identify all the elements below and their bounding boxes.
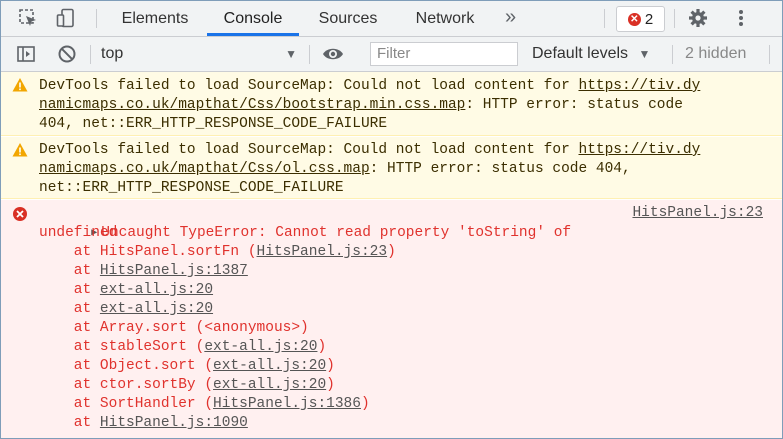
toolbar-divider <box>309 45 310 64</box>
stack-frame-text: ) <box>360 396 370 412</box>
stack-frame-link[interactable]: ext-all.js:20 <box>100 282 213 298</box>
stack-frame-text: ) <box>326 377 335 393</box>
stack-frame-text: ) <box>326 358 335 374</box>
dropdown-caret-icon: ▼ <box>285 47 297 61</box>
stack-frame-link[interactable]: HitsPanel.js:1387 <box>100 263 248 279</box>
stack-frame: at SortHandler (HitsPanel.js:1386) <box>1 395 782 414</box>
tab-network[interactable]: Network <box>397 1 493 36</box>
sourcemap-url-link[interactable]: https://tiv.dy <box>579 142 701 158</box>
message-text-part: DevTools failed to load SourceMap: Could… <box>39 78 579 94</box>
eye-icon[interactable] <box>322 43 344 65</box>
dropdown-caret-icon: ▼ <box>638 47 651 61</box>
execution-context-select[interactable]: top ▼ <box>101 37 301 71</box>
stack-frame: at ctor.sortBy (ext-all.js:20) <box>1 376 782 395</box>
message-text-part: net::ERR_HTTP_RESPONSE_CODE_FAILURE <box>39 180 344 196</box>
stack-frame: at Array.sort (<anonymous>) <box>1 319 782 338</box>
stack-frame: at HitsPanel.js:1090 <box>1 414 782 433</box>
stack-frame-text: at HitsPanel.sortFn ( <box>39 244 257 260</box>
error-text: Uncaught TypeError: Cannot read property… <box>101 225 572 241</box>
message-text-part: : HTTP error: status code 404, <box>369 161 631 177</box>
stack-frame-link[interactable]: HitsPanel.js:1386 <box>213 396 361 412</box>
stack-frame-text: ) <box>387 244 396 260</box>
message-text: DevTools failed to load SourceMap: Could… <box>39 77 772 134</box>
error-count-badge[interactable]: ✕ 2 <box>616 6 665 32</box>
log-levels-select[interactable]: Default levels ▼ <box>532 37 650 71</box>
console-warning-message: DevTools failed to load SourceMap: Could… <box>1 137 782 199</box>
hidden-messages-count: 2 hidden <box>685 45 747 62</box>
stack-frame-text: at stableSort ( <box>39 339 205 355</box>
toolbar-divider <box>604 9 605 28</box>
toolbar-divider <box>672 45 673 64</box>
error-count: 2 <box>644 10 654 28</box>
stack-frame-link[interactable]: HitsPanel.js:1090 <box>100 415 248 431</box>
inspect-icon[interactable] <box>17 7 39 29</box>
warning-icon <box>12 77 28 93</box>
more-vert-icon[interactable] <box>730 7 752 29</box>
stack-frame-text: ) <box>317 339 327 355</box>
message-text-part: DevTools failed to load SourceMap: Could… <box>39 142 579 158</box>
stack-frame-text: at <box>39 263 100 279</box>
settings-gear-icon[interactable] <box>687 7 709 29</box>
console-warning-message: DevTools failed to load SourceMap: Could… <box>1 72 782 136</box>
console-filter-input[interactable]: Filter <box>370 42 518 66</box>
console-filter-bar: top ▼ Filter Default levels ▼ 2 hidden <box>1 37 782 72</box>
more-tabs-chevron-icon[interactable]: » <box>505 1 516 36</box>
error-text: undefined <box>39 225 118 241</box>
stack-frame-text: at Array.sort (<anonymous>) <box>39 320 309 336</box>
stack-frame-text: at <box>39 415 100 431</box>
error-source-link[interactable]: HitsPanel.js:23 <box>632 204 763 223</box>
stack-frame-text: at <box>39 301 100 317</box>
devtools-window: Elements Console Sources Network » ✕ 2 t… <box>0 0 783 439</box>
stack-frame-text: at Object.sort ( <box>39 358 214 374</box>
tab-elements[interactable]: Elements <box>107 1 203 36</box>
console-error-message: HitsPanel.js:23 ▶ Uncaught TypeError: Can… <box>1 200 782 438</box>
stack-frame-text: at ctor.sortBy ( <box>39 377 214 393</box>
message-text-part: 404, net::ERR_HTTP_RESPONSE_CODE_FAILURE <box>39 116 388 132</box>
toolbar-divider <box>674 9 675 28</box>
stack-frame: at Object.sort (ext-all.js:20) <box>1 357 782 376</box>
stack-frame-link[interactable]: ext-all.js:20 <box>213 377 326 393</box>
sourcemap-url-link[interactable]: namicmaps.co.uk/mapthat/Css/ol.css.map <box>39 161 370 177</box>
sourcemap-url-link[interactable]: https://tiv.dy <box>579 78 701 94</box>
stack-frame: at ext-all.js:20 <box>1 300 782 319</box>
stack-frame-link[interactable]: ext-all.js:20 <box>204 339 317 355</box>
stack-frame: at HitsPanel.js:1387 <box>1 262 782 281</box>
stack-frame: at HitsPanel.sortFn (HitsPanel.js:23) <box>1 243 782 262</box>
log-levels-label: Default levels <box>532 45 629 62</box>
warning-icon <box>12 142 28 158</box>
tab-console[interactable]: Console <box>207 1 299 36</box>
context-value: top <box>101 45 124 62</box>
clear-console-icon[interactable] <box>56 43 78 65</box>
stack-frame-text: at <box>39 282 100 298</box>
device-toggle-icon[interactable] <box>55 7 77 29</box>
stack-frame: at ext-all.js:20 <box>1 281 782 300</box>
error-stack-trace: at HitsPanel.sortFn (HitsPanel.js:23) at… <box>1 243 782 433</box>
tab-sources[interactable]: Sources <box>305 1 391 36</box>
stack-frame-link[interactable]: ext-all.js:20 <box>100 301 213 317</box>
message-text: DevTools failed to load SourceMap: Could… <box>39 141 772 198</box>
toolbar-divider <box>90 45 91 64</box>
stack-frame-text: at SortHandler ( <box>39 396 214 412</box>
error-icon <box>12 206 28 222</box>
toolbar-divider <box>96 9 97 28</box>
message-text-part: : HTTP error: status code <box>465 97 683 113</box>
stack-frame-link[interactable]: ext-all.js:20 <box>213 358 326 374</box>
sourcemap-url-link[interactable]: namicmaps.co.uk/mapthat/Css/bootstrap.mi… <box>39 97 465 113</box>
toolbar-divider <box>769 45 770 64</box>
error-icon: ✕ <box>627 12 641 26</box>
devtools-tab-bar: Elements Console Sources Network » ✕ 2 <box>1 1 782 37</box>
stack-frame: at stableSort (ext-all.js:20) <box>1 338 782 357</box>
sidebar-toggle-icon[interactable] <box>15 43 37 65</box>
stack-frame-link[interactable]: HitsPanel.js:23 <box>257 244 388 260</box>
